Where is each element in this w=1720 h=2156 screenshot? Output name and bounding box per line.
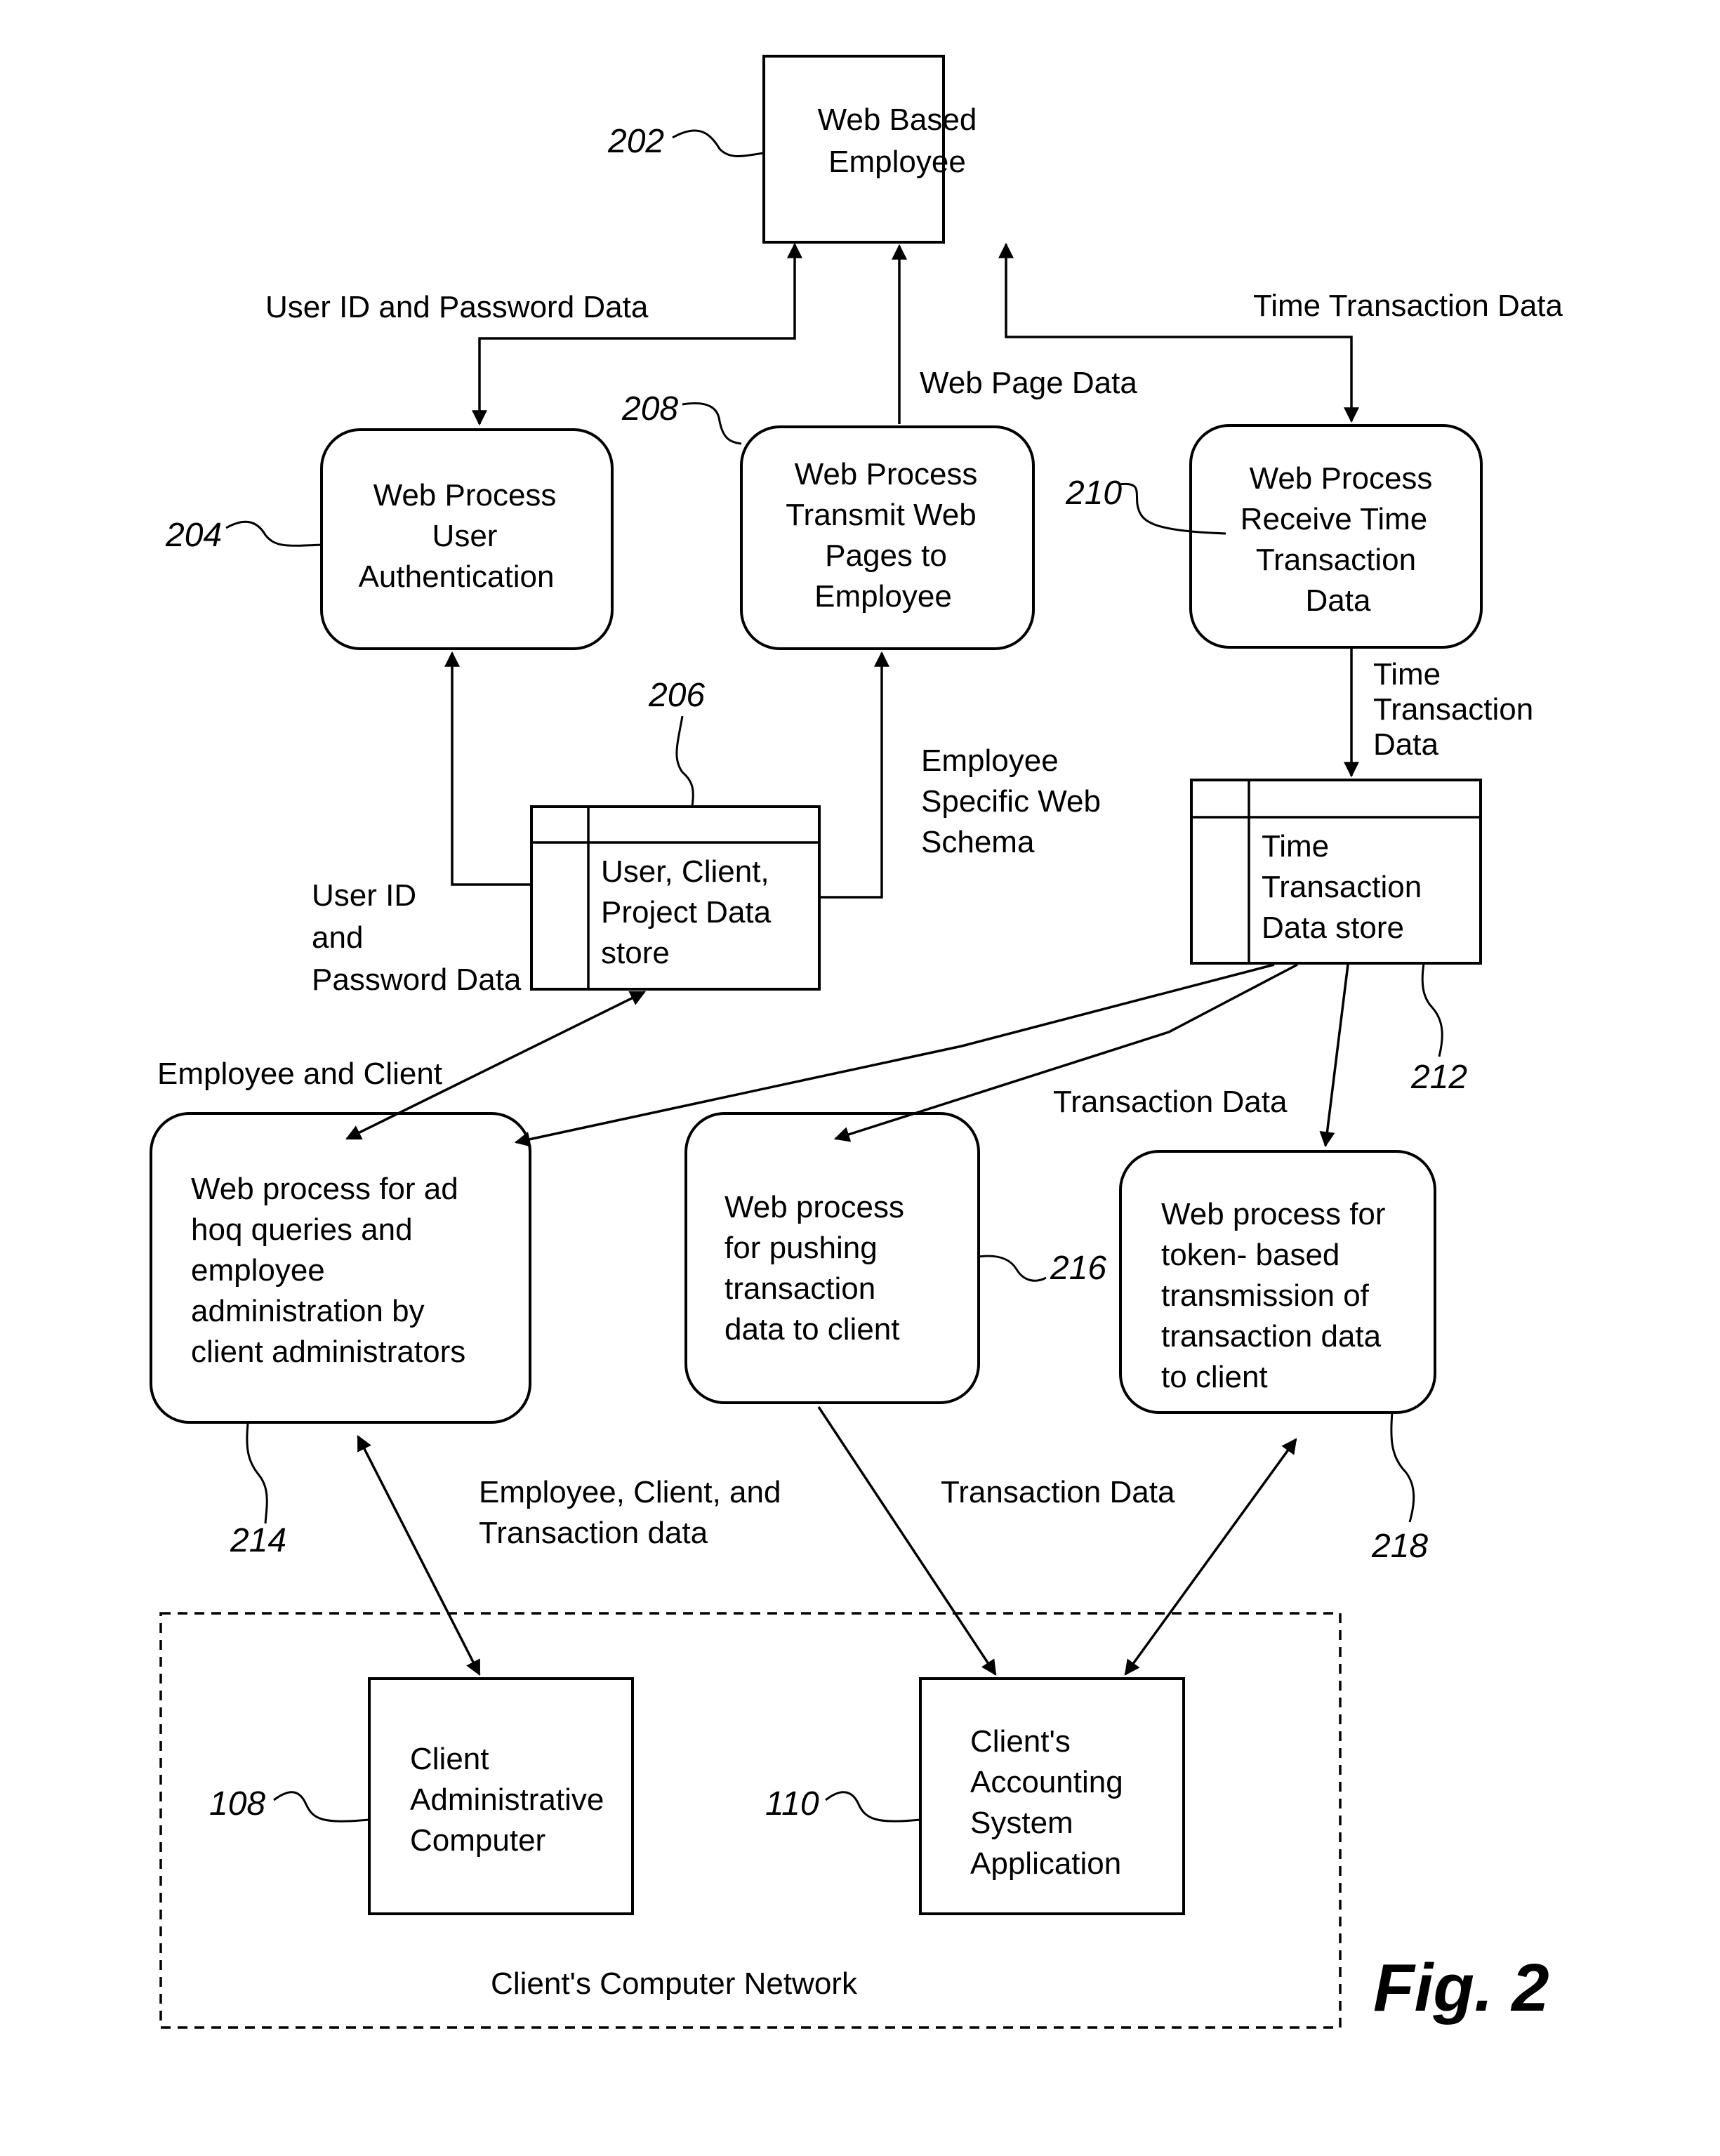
node-label: transaction [725,1271,875,1306]
flow-label-time-transaction-mid: Transaction [1373,692,1533,727]
flow-label-employee-client: Employee and Client [157,1057,442,1091]
node-label: Client [410,1742,489,1776]
flow-label-web-page-data: Web Page Data [920,366,1137,400]
arrow-store-transmit [819,651,889,899]
flow-label-transaction-data-low: Transaction Data [941,1475,1175,1509]
ref-202: 202 [607,123,765,160]
ref-214: 214 [230,1423,286,1559]
ref-number: 210 [1065,475,1122,512]
node-client-admin-computer: Client Administrative Computer [368,1677,634,1915]
ref-number: 216 [1050,1250,1106,1287]
ref-number: 218 [1371,1528,1428,1565]
node-label: Transaction [1262,870,1422,904]
flow-label-employee-client-transaction: Employee, Client, and [479,1475,781,1509]
node-label: Web Process [1250,461,1433,496]
node-label: administration by [191,1294,425,1328]
node-label: employee [191,1253,325,1288]
figure-title: Fig. 2 [1373,1950,1549,2025]
node-label: Pages to [825,538,947,573]
flow-label-time-transaction-mid: Data [1373,727,1438,762]
node-push-transaction: Web process for pushing transaction data… [684,1112,980,1404]
node-label: Time [1262,829,1329,864]
ref-number: 110 [765,1785,819,1823]
node-adhoc-queries: Web process for ad hoq queries and emplo… [150,1112,531,1424]
node-label: client administrators [191,1335,465,1369]
datastore-time-transaction: Time Transaction Data store [1190,779,1482,965]
node-transmit-web-pages: Web Process Transmit Web Pages to Employ… [740,425,1035,650]
ref-212: 212 [1410,963,1467,1096]
ref-number: 206 [648,677,705,714]
flow-label-transaction-data: Transaction Data [1053,1085,1288,1119]
node-label: Accounting [970,1765,1123,1799]
ref-number: 202 [607,123,664,160]
flow-label-user-id-password: User ID and Password Data [265,290,649,324]
node-label: data to client [725,1312,900,1347]
flow-label-time-transaction-mid: Time [1373,657,1441,692]
flow-label-employee-schema: Specific Web [921,784,1101,819]
node-label: hoq queries and [191,1212,413,1247]
ref-number: 214 [230,1522,286,1559]
node-label: User, Client, [601,854,769,889]
node-receive-time-transaction: Web Process Receive Time Transaction Dat… [1189,424,1483,649]
node-label: Authentication [359,560,555,594]
arrow-adhoc-clientadmin [357,1435,481,1676]
ref-206: 206 [648,677,705,807]
node-label: to client [1161,1360,1268,1394]
flow-label-user-id-side: Password Data [312,963,522,997]
node-label: Data [1306,583,1371,618]
ref-number: 204 [165,517,222,554]
node-label: Transaction [1256,543,1416,577]
node-web-based-employee: Web Based Employee [762,55,977,244]
data-flow-diagram: Web Based Employee Web Process User Auth… [150,55,1563,2029]
node-label: transaction data [1161,1319,1382,1354]
node-token-transmission: Web process for token- based transmissio… [1119,1150,1436,1414]
client-network-label: Client's Computer Network [491,1966,858,2001]
flow-label-employee-client-transaction: Transaction data [479,1516,708,1550]
node-label: System [970,1806,1073,1840]
node-label: Project Data [601,895,772,930]
ref-number: 108 [209,1785,265,1823]
node-label: Web Based [818,102,977,137]
node-label: Web process [725,1190,904,1224]
node-label: Employee [814,579,952,614]
node-label: User [432,519,498,553]
ref-number: 212 [1410,1059,1467,1096]
node-label: Administrative [410,1783,604,1817]
node-accounting-system: Client's Accounting System Application [919,1677,1185,1915]
flow-label-employee-schema: Schema [921,825,1035,859]
node-label: Application [970,1846,1121,1881]
node-label: Employee [828,145,966,179]
flow-label-time-transaction: Time Transaction Data [1253,289,1563,323]
ref-204: 204 [165,517,322,554]
node-label: token- based [1161,1238,1339,1272]
ref-218: 218 [1371,1412,1428,1565]
node-label: Web process for [1161,1197,1386,1231]
node-label: Transmit Web [786,498,976,532]
datastore-user-client-project: User, Client, Project Data store [530,805,821,991]
flow-label-user-id-side: User ID [312,878,416,913]
flow-label-employee-schema: Employee [921,743,1059,778]
ref-108: 108 [209,1785,370,1823]
node-label: Web Process [795,457,978,491]
node-label: store [601,936,670,970]
node-label: Client's [970,1724,1071,1759]
node-label: Receive Time [1241,502,1428,536]
ref-number: 208 [621,390,678,428]
node-label: Computer [410,1823,545,1858]
arrow-push-accounting [817,1406,997,1676]
node-label: Web process for ad [191,1172,458,1206]
ref-216: 216 [978,1250,1106,1287]
node-user-authentication: Web Process User Authentication [320,428,614,650]
ref-110: 110 [765,1785,921,1823]
node-label: for pushing [725,1231,878,1265]
ref-208: 208 [621,390,742,445]
flow-label-user-id-side: and [312,920,363,955]
node-label: transmission of [1161,1278,1370,1313]
arrow-timestore-token [1319,964,1349,1148]
node-label: Data store [1262,911,1404,945]
arrow-store-auth [444,651,531,886]
node-label: Web Process [373,478,557,512]
